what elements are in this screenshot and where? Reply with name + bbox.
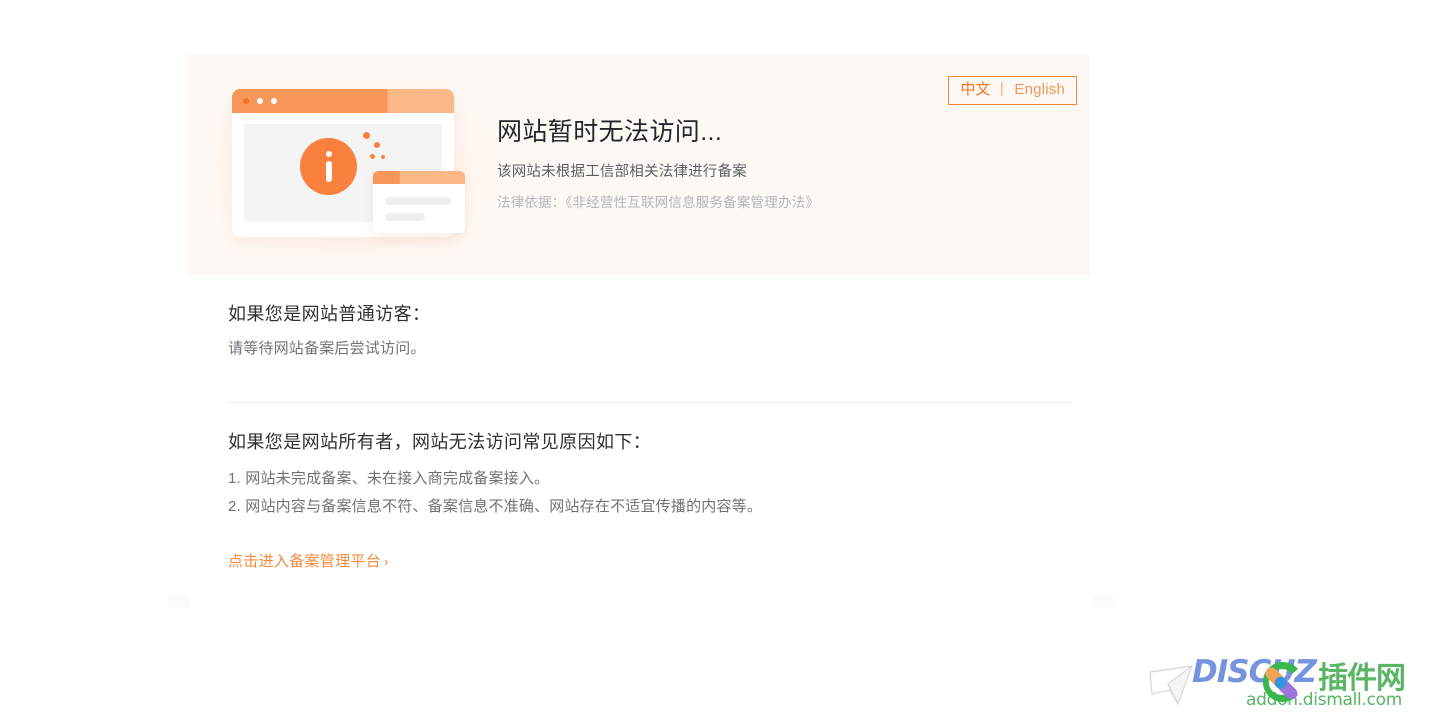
mini-window-line-2 xyxy=(385,213,425,221)
visitor-section: 如果您是网站普通访客： 请等待网站备案后尝试访问。 xyxy=(228,300,1073,361)
mini-window-line-1 xyxy=(385,197,451,205)
footer-placeholder-left xyxy=(168,595,190,608)
browser-dot-white-two-icon xyxy=(271,98,277,104)
owner-section-heading: 如果您是网站所有者，网站无法访问常见原因如下： xyxy=(228,432,652,452)
sparkle-dot-3-icon xyxy=(370,154,375,159)
watermark: DISCUZ 插件网 addon.dismall.com xyxy=(1148,648,1428,714)
chevron-right-icon: › xyxy=(384,554,389,569)
language-option-english[interactable]: English xyxy=(1014,81,1065,98)
icp-platform-link[interactable]: 点击进入备案管理平台 › xyxy=(228,551,389,573)
watermark-text-group: DISCUZ 插件网 addon.dismall.com xyxy=(1192,650,1432,714)
info-glyph-stem xyxy=(326,161,332,182)
browser-dot-white-one-icon xyxy=(257,98,263,104)
owner-reason-list: 1. 网站未完成备案、未在接入商完成备案接入。 2. 网站内容与备案信息不符、备… xyxy=(228,465,1073,521)
browser-titlebar-graphic xyxy=(232,89,454,113)
info-glyph-dot xyxy=(326,151,332,157)
sparkle-dot-4-icon xyxy=(381,155,385,159)
discuz-addon-logo-icon xyxy=(1262,662,1298,702)
language-switcher[interactable]: 中文丨 English xyxy=(948,76,1077,105)
banner-text-block: 网站暂时无法访问... 该网站未根据工信部相关法律进行备案 法律依据：《非经营性… xyxy=(497,115,1057,213)
footer-placeholder-right xyxy=(1093,595,1113,608)
visitor-section-paragraph: 请等待网站备案后尝试访问。 xyxy=(228,340,426,357)
sparkle-dot-1-icon xyxy=(363,132,370,139)
browser-dot-red-icon xyxy=(243,98,249,104)
mini-window-graphic xyxy=(373,171,465,233)
browser-window-info-illustration xyxy=(218,77,500,257)
sparkle-dot-2-icon xyxy=(374,142,380,148)
legal-basis-text: 法律依据：《非经营性互联网信息服务备案管理办法》 xyxy=(497,195,820,210)
icp-platform-link-label: 点击进入备案管理平台 xyxy=(228,553,382,570)
list-item: 1. 网站未完成备案、未在接入商完成备案接入。 xyxy=(228,470,550,487)
mini-window-titlebar-graphic xyxy=(373,171,465,184)
banner-subtitle: 该网站未根据工信部相关法律进行备案 xyxy=(497,164,747,180)
visitor-section-heading: 如果您是网站普通访客： xyxy=(228,304,431,324)
language-option-chinese[interactable]: 中文 xyxy=(960,81,990,98)
page-root: 中文丨 English 网站暂时无法访问... 该网站未根据工信部相关法律进行备… xyxy=(0,0,1436,719)
owner-section: 如果您是网站所有者，网站无法访问常见原因如下： 1. 网站未完成备案、未在接入商… xyxy=(228,428,1073,521)
list-item: 2. 网站内容与备案信息不符、备案信息不准确、网站存在不适宜传播的内容等。 xyxy=(228,498,763,515)
page-title: 网站暂时无法访问... xyxy=(497,118,723,146)
notice-banner-card: 中文丨 English 网站暂时无法访问... 该网站未根据工信部相关法律进行备… xyxy=(188,55,1090,275)
language-separator: 丨 xyxy=(994,81,1010,98)
section-divider xyxy=(228,402,1071,403)
